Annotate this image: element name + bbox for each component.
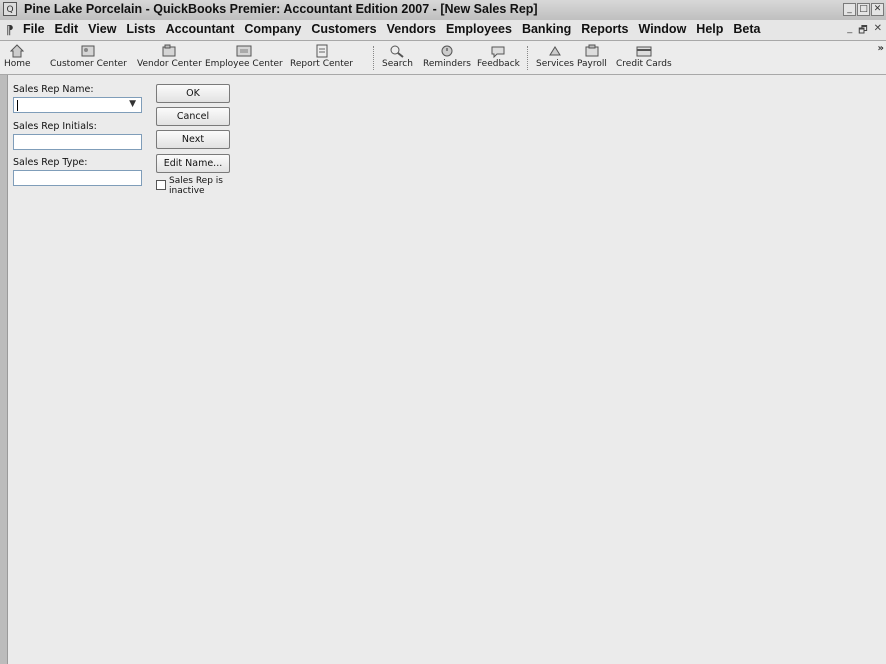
new-sales-rep-window: Sales Rep Name: ▼ Sales Rep Initials: Sa… bbox=[7, 75, 886, 664]
menu-accountant[interactable]: Accountant bbox=[161, 22, 240, 36]
employee-center-icon bbox=[235, 42, 253, 59]
menu-view[interactable]: View bbox=[83, 22, 121, 36]
title-bar: Q Pine Lake Porcelain - QuickBooks Premi… bbox=[0, 0, 886, 21]
sales-rep-name-dropdown[interactable]: ▼ bbox=[13, 97, 142, 113]
cancel-button[interactable]: Cancel bbox=[156, 107, 230, 126]
menu-window[interactable]: Window bbox=[634, 22, 692, 36]
menu-file[interactable]: File bbox=[18, 22, 50, 36]
close-button[interactable]: ✕ bbox=[871, 3, 884, 16]
window-controls: _ □ ✕ bbox=[843, 3, 884, 16]
toolbar-services[interactable]: Services bbox=[536, 42, 574, 70]
toolbar-report-center[interactable]: Report Center bbox=[290, 42, 353, 70]
sales-rep-inactive-label: Sales Rep is inactive bbox=[169, 176, 223, 196]
next-button[interactable]: Next bbox=[156, 130, 230, 149]
menu-bar: ⁋ File Edit View Lists Accountant Compan… bbox=[0, 20, 886, 41]
toolbar-home[interactable]: Home bbox=[4, 42, 31, 70]
toolbar-customer-center[interactable]: Customer Center bbox=[50, 42, 127, 70]
sales-rep-type-label: Sales Rep Type: bbox=[13, 157, 88, 168]
icon-bar: Home Customer Center Vendor Center Emplo… bbox=[0, 41, 886, 75]
toolbar-label: Reminders bbox=[423, 59, 471, 69]
text-caret bbox=[17, 100, 18, 111]
toolbar-label: Payroll bbox=[577, 59, 607, 69]
feedback-icon bbox=[490, 42, 506, 59]
document-controls: _ 🗗 ✕ bbox=[847, 23, 882, 40]
toolbar-credit-cards[interactable]: Credit Cards bbox=[616, 42, 672, 70]
sales-rep-initials-label: Sales Rep Initials: bbox=[13, 121, 97, 132]
ok-button[interactable]: OK bbox=[156, 84, 230, 103]
doc-close-button[interactable]: ✕ bbox=[874, 23, 882, 40]
toolbar-reminders[interactable]: Reminders bbox=[423, 42, 471, 70]
vendor-center-icon bbox=[160, 42, 178, 59]
menu-edit[interactable]: Edit bbox=[50, 22, 84, 36]
toolbar-label: Credit Cards bbox=[616, 59, 672, 69]
menu-help[interactable]: Help bbox=[691, 22, 728, 36]
toolbar-label: Customer Center bbox=[50, 59, 127, 69]
menu-reports[interactable]: Reports bbox=[576, 22, 633, 36]
search-icon bbox=[389, 42, 405, 59]
toolbar-search[interactable]: Search bbox=[382, 42, 413, 70]
doc-minimize-button[interactable]: _ bbox=[847, 23, 852, 40]
minimize-button[interactable]: _ bbox=[843, 3, 856, 16]
toolbar-payroll[interactable]: Payroll bbox=[577, 42, 607, 70]
doc-restore-button[interactable]: 🗗 bbox=[858, 23, 867, 40]
credit-cards-icon bbox=[635, 42, 653, 59]
toolbar-label: Feedback bbox=[477, 59, 520, 69]
payroll-icon bbox=[584, 42, 600, 59]
toolbar-label: Search bbox=[382, 59, 413, 69]
toolbar-label: Services bbox=[536, 59, 574, 69]
toolbar-separator bbox=[527, 46, 528, 70]
toolbar-feedback[interactable]: Feedback bbox=[477, 42, 520, 70]
menu-beta[interactable]: Beta bbox=[728, 22, 765, 36]
sales-rep-name-label: Sales Rep Name: bbox=[13, 84, 94, 95]
toolbar-separator bbox=[373, 46, 374, 70]
sales-rep-initials-field[interactable] bbox=[13, 134, 142, 150]
menu-employees[interactable]: Employees bbox=[441, 22, 517, 36]
sales-rep-inactive-checkbox[interactable] bbox=[156, 180, 166, 190]
menu-customers[interactable]: Customers bbox=[306, 22, 381, 36]
window-title: Pine Lake Porcelain - QuickBooks Premier… bbox=[24, 2, 538, 16]
toolbar-label: Report Center bbox=[290, 59, 353, 69]
sales-rep-type-field[interactable] bbox=[13, 170, 142, 186]
toolbar-label: Home bbox=[4, 59, 31, 69]
menu-grip-icon: ⁋ bbox=[6, 23, 14, 37]
reminders-icon bbox=[439, 42, 455, 59]
maximize-button[interactable]: □ bbox=[857, 3, 870, 16]
toolbar-employee-center[interactable]: Employee Center bbox=[205, 42, 283, 70]
home-icon bbox=[10, 42, 25, 59]
toolbar-label: Employee Center bbox=[205, 59, 283, 69]
toolbar-label: Vendor Center bbox=[137, 59, 202, 69]
edit-name-button[interactable]: Edit Name... bbox=[156, 154, 230, 173]
report-center-icon bbox=[314, 42, 330, 59]
menu-banking[interactable]: Banking bbox=[517, 22, 576, 36]
app-icon[interactable]: Q bbox=[3, 2, 17, 16]
customer-center-icon bbox=[79, 42, 97, 59]
toolbar-overflow-icon[interactable]: » bbox=[878, 43, 884, 54]
services-icon bbox=[547, 42, 563, 59]
toolbar-vendor-center[interactable]: Vendor Center bbox=[137, 42, 202, 70]
menu-vendors[interactable]: Vendors bbox=[382, 22, 441, 36]
menu-company[interactable]: Company bbox=[239, 22, 306, 36]
menu-lists[interactable]: Lists bbox=[121, 22, 160, 36]
chevron-down-icon[interactable]: ▼ bbox=[129, 99, 136, 109]
